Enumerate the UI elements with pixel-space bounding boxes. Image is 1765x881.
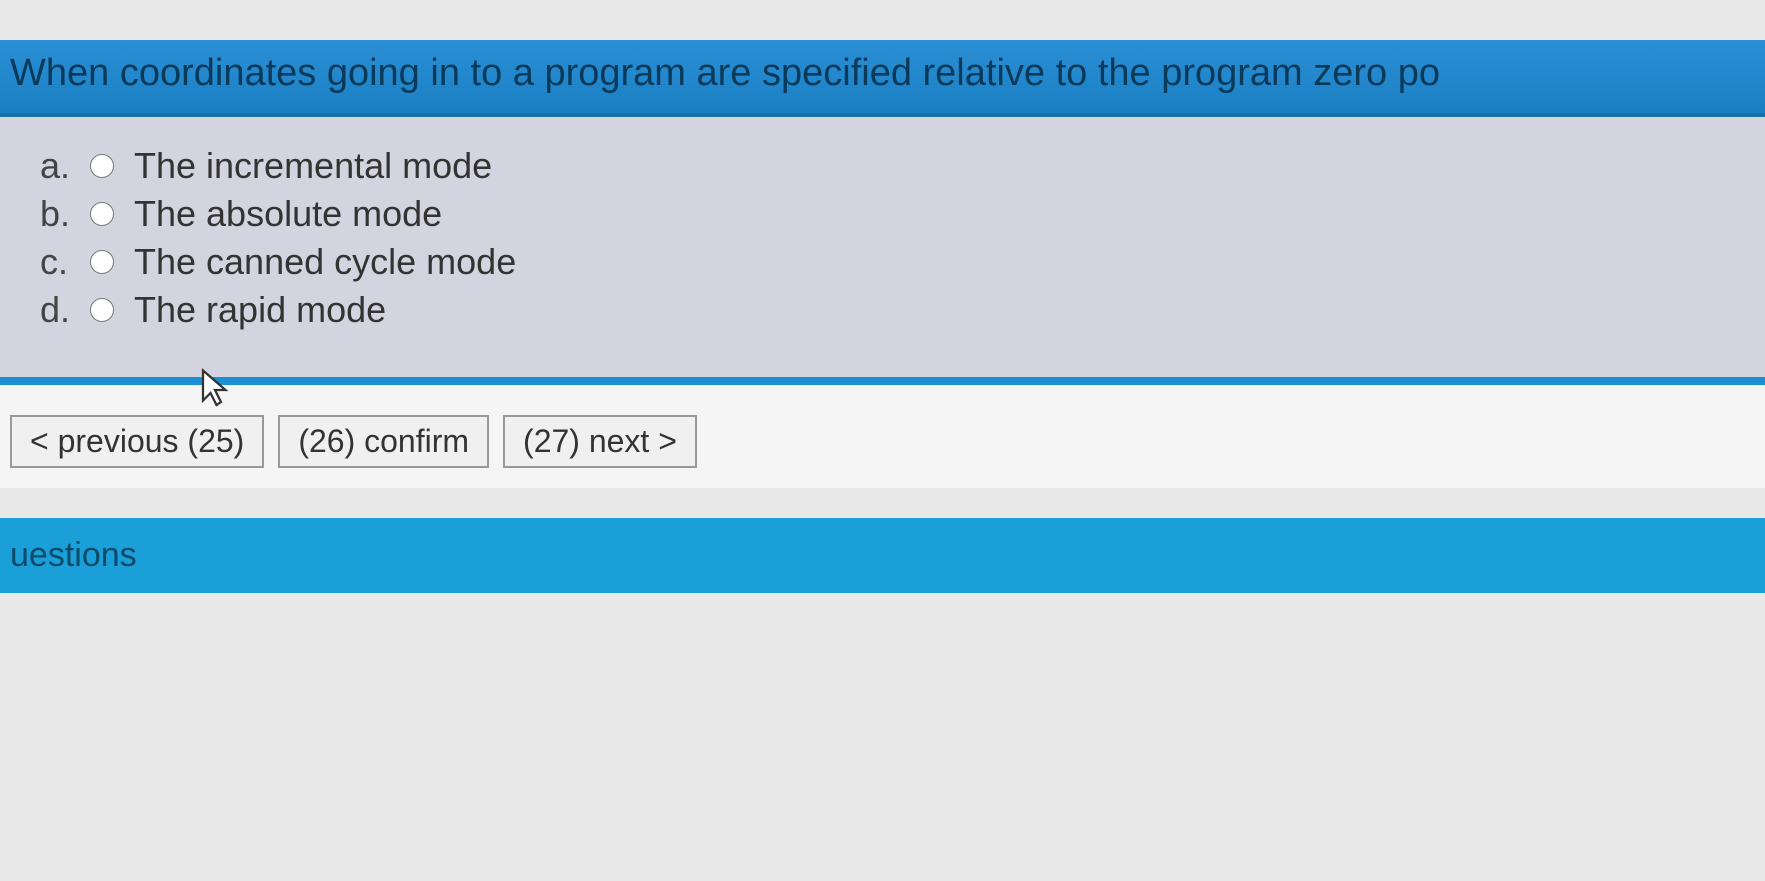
previous-button[interactable]: < previous (25) bbox=[10, 415, 264, 468]
footer-label: uestions bbox=[10, 536, 137, 574]
answer-text: The rapid mode bbox=[134, 289, 386, 331]
quiz-page: When coordinates going in to a program a… bbox=[0, 0, 1765, 593]
question-text: When coordinates going in to a program a… bbox=[10, 52, 1440, 94]
radio-d[interactable] bbox=[90, 298, 114, 322]
question-header: When coordinates going in to a program a… bbox=[0, 40, 1765, 117]
radio-b[interactable] bbox=[90, 202, 114, 226]
radio-a[interactable] bbox=[90, 154, 114, 178]
answer-text: The canned cycle mode bbox=[134, 241, 516, 283]
answer-option-a[interactable]: a. The incremental mode bbox=[40, 145, 1745, 187]
answer-option-b[interactable]: b. The absolute mode bbox=[40, 193, 1745, 235]
navigation-bar: < previous (25) (26) confirm (27) next > bbox=[0, 385, 1765, 488]
next-button[interactable]: (27) next > bbox=[503, 415, 697, 468]
answer-text: The absolute mode bbox=[134, 193, 442, 235]
answer-letter: c. bbox=[40, 241, 90, 283]
confirm-button[interactable]: (26) confirm bbox=[278, 415, 489, 468]
answer-option-c[interactable]: c. The canned cycle mode bbox=[40, 241, 1745, 283]
answers-panel: a. The incremental mode b. The absolute … bbox=[0, 117, 1765, 385]
radio-c[interactable] bbox=[90, 250, 114, 274]
answer-option-d[interactable]: d. The rapid mode bbox=[40, 289, 1745, 331]
answer-letter: d. bbox=[40, 289, 90, 331]
answer-letter: b. bbox=[40, 193, 90, 235]
answer-letter: a. bbox=[40, 145, 90, 187]
answer-text: The incremental mode bbox=[134, 145, 492, 187]
footer-bar: uestions bbox=[0, 518, 1765, 593]
